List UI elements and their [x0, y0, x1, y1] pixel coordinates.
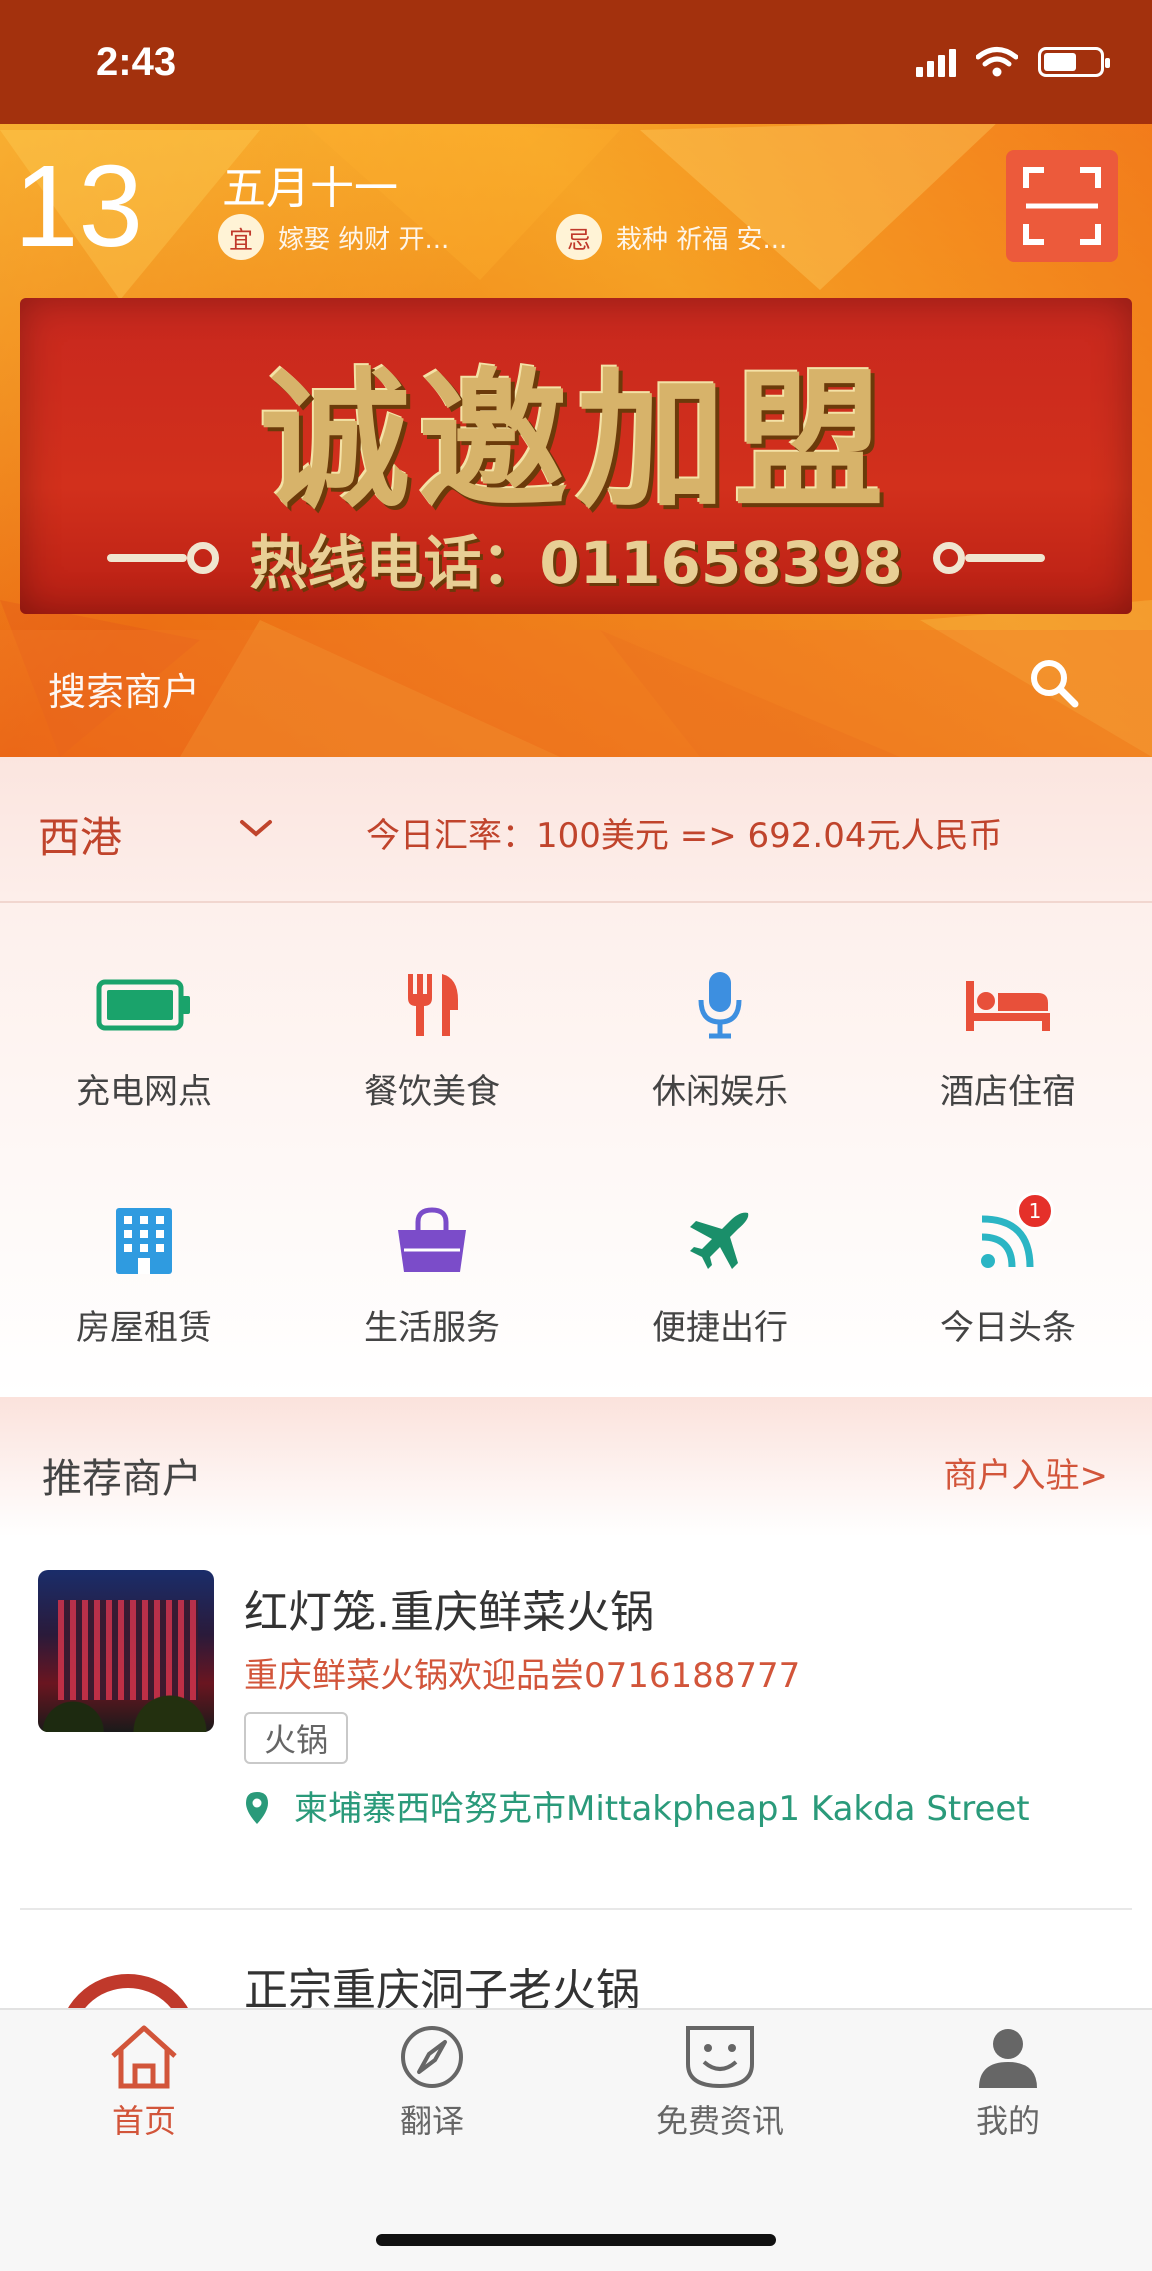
lunar-date: 五月十一	[222, 163, 398, 214]
bed-icon	[958, 968, 1058, 1042]
key-right-icon	[932, 542, 1045, 574]
merchant-description: 重庆鲜菜火锅欢迎品尝0716188777	[244, 1656, 801, 1696]
battery-icon	[1038, 47, 1110, 77]
tab-profile[interactable]: 我的	[864, 2022, 1152, 2142]
building-icon	[94, 1204, 194, 1278]
category-entertainment[interactable]: 休闲娱乐	[576, 968, 864, 1113]
category-label: 餐饮美食	[364, 1072, 500, 1112]
tab-label: 我的	[975, 2102, 1040, 2140]
category-label: 房屋租赁	[76, 1308, 212, 1348]
home-indicator[interactable]	[376, 2234, 776, 2246]
bad-text: 栽种 祈福 安...	[616, 224, 788, 255]
compass-icon	[395, 2022, 469, 2092]
almanac-bad: 忌 栽种 祈福 安...	[556, 214, 787, 260]
location-pin-icon	[246, 1792, 268, 1824]
tab-label: 免费资讯	[655, 2102, 784, 2140]
almanac-good: 宜 嫁娶 纳财 开...	[218, 214, 449, 260]
chevron-down-icon[interactable]	[236, 812, 276, 842]
merchant-name[interactable]: 红灯笼.重庆鲜菜火锅	[244, 1576, 654, 1640]
search-input[interactable]	[48, 660, 948, 724]
status-time: 2:43	[96, 40, 177, 84]
merchant-thumbnail[interactable]	[38, 1570, 214, 1732]
battery-icon	[94, 968, 194, 1042]
tab-home[interactable]: 首页	[0, 2022, 288, 2142]
good-text: 嫁娶 纳财 开...	[278, 224, 450, 255]
merchant-address: 柬埔寨西哈努克市Mittakpheap1 Kakda Street	[244, 1786, 1044, 1832]
recommended-title: 推荐商户	[42, 1456, 202, 1502]
category-charging[interactable]: 充电网点	[0, 968, 288, 1113]
category-travel[interactable]: 便捷出行	[576, 1204, 864, 1349]
merchant-join-link[interactable]: 商户入驻>	[944, 1448, 1109, 1497]
key-left-icon	[107, 542, 220, 574]
category-food[interactable]: 餐饮美食	[288, 968, 576, 1113]
almanac-day: 13	[14, 141, 144, 271]
rss-icon: 1	[958, 1192, 1058, 1278]
home-icon	[107, 2022, 181, 2092]
cellular-signal-icon	[916, 47, 956, 77]
microphone-icon	[670, 968, 770, 1042]
tab-translate[interactable]: 翻译	[288, 2022, 576, 2142]
banner-title: 诚邀加盟	[259, 353, 892, 529]
category-label: 今日头条	[940, 1308, 1076, 1348]
tab-label: 翻译	[399, 2102, 464, 2140]
category-rental[interactable]: 房屋租赁	[0, 1204, 288, 1349]
category-headlines[interactable]: 1 今日头条	[864, 1192, 1152, 1349]
category-hotel[interactable]: 酒店住宿	[864, 968, 1152, 1113]
smiley-tv-icon	[683, 2022, 757, 2092]
category-services[interactable]: 生活服务	[288, 1204, 576, 1349]
merchant-address-text: 柬埔寨西哈努克市Mittakpheap1 Kakda Street	[294, 1789, 1030, 1829]
tab-news[interactable]: 免费资讯	[576, 2022, 864, 2142]
good-badge: 宜	[218, 214, 264, 260]
notification-badge: 1	[1016, 1192, 1054, 1230]
search-icon[interactable]	[1026, 655, 1082, 711]
tab-label: 首页	[111, 2102, 176, 2140]
fork-knife-icon	[382, 968, 482, 1042]
bad-badge: 忌	[556, 214, 602, 260]
city-selector[interactable]: 西港	[38, 804, 122, 865]
scan-button[interactable]	[1006, 150, 1118, 262]
category-label: 休闲娱乐	[652, 1072, 788, 1112]
list-divider	[20, 1908, 1132, 1910]
user-icon	[971, 2022, 1045, 2092]
category-label: 充电网点	[76, 1072, 212, 1112]
search-bar	[0, 630, 1152, 757]
wifi-icon	[976, 47, 1018, 77]
category-label: 便捷出行	[652, 1308, 788, 1348]
category-label: 酒店住宿	[940, 1072, 1076, 1112]
category-label: 生活服务	[364, 1308, 500, 1348]
promo-banner[interactable]: 诚邀加盟 热线电话：011658398	[20, 298, 1132, 614]
banner-hotline-row: 热线电话：011658398	[20, 516, 1132, 600]
exchange-rate: 今日汇率：100美元 => 692.04元人民币	[366, 816, 1003, 856]
merchant-tag: 火锅	[244, 1712, 349, 1764]
scan-icon	[1023, 167, 1101, 245]
shopping-bag-icon	[382, 1204, 482, 1278]
banner-hotline: 热线电话：011658398	[249, 529, 903, 597]
airplane-icon	[670, 1204, 770, 1278]
status-icons	[916, 46, 1110, 78]
